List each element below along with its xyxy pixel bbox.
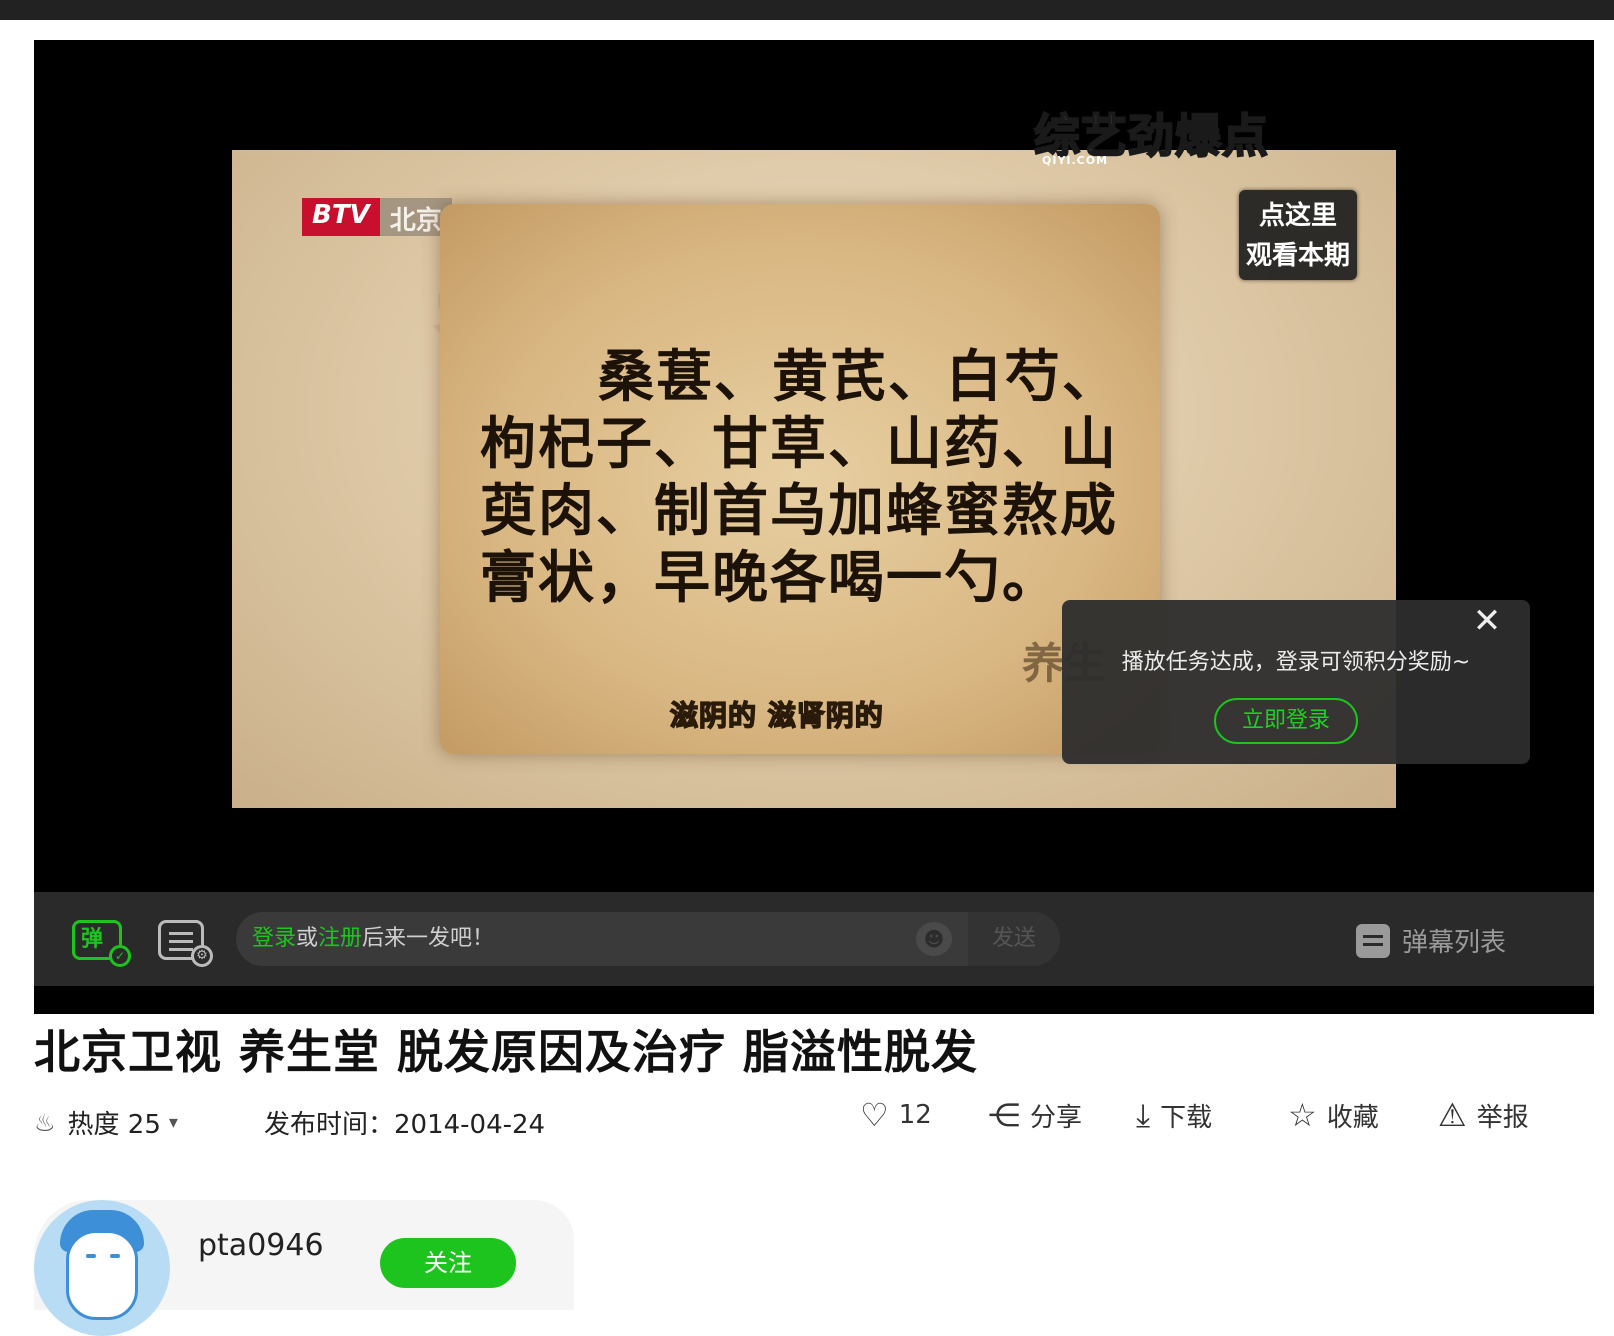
follow-button[interactable]: 关注 — [380, 1238, 516, 1288]
danmu-or-text: 或 — [296, 926, 319, 951]
publish-time: 发布时间：2014-04-24 — [264, 1110, 546, 1140]
share-icon: ⋲ — [988, 1096, 1020, 1134]
heart-icon: ♡ — [860, 1096, 889, 1134]
avatar[interactable] — [34, 1200, 170, 1336]
danmu-toggle-label: 弹 — [81, 927, 104, 952]
login-now-button[interactable]: 立即登录 — [1214, 698, 1358, 744]
danmu-list-icon — [1356, 923, 1390, 958]
report-label: 举报 — [1476, 1102, 1529, 1133]
danmu-input-placeholder: 登录或注册后来一发吧！ — [252, 912, 494, 966]
list-lines-icon — [169, 932, 193, 956]
favorite-label: 收藏 — [1326, 1102, 1379, 1133]
close-icon[interactable]: ✕ — [1472, 604, 1502, 638]
channel-logo-primary: BTV — [302, 198, 380, 236]
check-icon: ✓ — [109, 945, 131, 967]
variety-logo: 综艺劲爆点 QIYI.COM — [1033, 100, 1269, 167]
recipe-text: 桑葚、黄芪、白芍、 枸杞子、甘草、山药、山 萸肉、制首乌加蜂蜜熬成 膏状，早晚各… — [480, 344, 1130, 612]
video-title: 北京卫视 养生堂 脱发原因及治疗 脂溢性脱发 — [34, 1025, 979, 1079]
video-player[interactable]: 养 生 堂 BTV 北京 桑葚、黄芪、白芍、 枸杞子、甘草、山药、山 萸肉、制首… — [34, 40, 1594, 1014]
watch-episode-badge[interactable]: 点这里 观看本期 — [1239, 190, 1357, 280]
like-button[interactable]: ♡ 12 — [860, 1096, 932, 1134]
recipe-line: 萸肉、制首乌加蜂蜜熬成 — [480, 479, 1118, 544]
variety-logo-accent: 劲爆点 — [1127, 108, 1269, 164]
watch-badge-line: 观看本期 — [1245, 241, 1350, 271]
download-label: 下载 — [1160, 1103, 1213, 1133]
flame-icon: ♨ — [34, 1108, 56, 1137]
avatar-eye — [110, 1254, 120, 1258]
danmu-list-label: 弹幕列表 — [1402, 928, 1507, 958]
danmu-login-link[interactable]: 登录 — [252, 926, 296, 951]
channel-logo: BTV 北京 — [302, 198, 452, 236]
warning-icon: ⚠ — [1438, 1096, 1467, 1134]
recipe-line: 桑葚、黄芪、白芍、 — [598, 345, 1120, 410]
video-meta-row: ♨ 热度 25 ▾ 发布时间：2014-04-24 ♡ 12 ⋲ 分享 ⤓ 下载… — [34, 1096, 1594, 1146]
danmu-toggle-button[interactable]: 弹 ✓ — [72, 920, 131, 967]
uploader-card: pta0946 关注 — [34, 1200, 574, 1336]
gear-icon: ⚙ — [191, 945, 213, 967]
recipe-line: 膏状，早晚各喝一勺。 — [480, 546, 1060, 611]
like-count: 12 — [898, 1100, 932, 1130]
uploader-name[interactable]: pta0946 — [198, 1228, 324, 1263]
danmu-input[interactable]: 登录或注册后来一发吧！ ☻ 发送 — [236, 912, 1060, 966]
video-subtitle: 滋阴的 滋肾阴的 — [669, 698, 884, 733]
avatar-face — [66, 1230, 138, 1320]
danmu-list-button[interactable]: 弹幕列表 — [1356, 922, 1506, 959]
emoji-icon[interactable]: ☻ — [916, 922, 952, 956]
download-button[interactable]: ⤓ 下载 — [1136, 1096, 1212, 1135]
recipe-line: 枸杞子、甘草、山药、山 — [480, 412, 1118, 477]
chevron-down-icon: ▾ — [168, 1112, 178, 1133]
star-icon: ☆ — [1288, 1096, 1317, 1134]
report-button[interactable]: ⚠ 举报 — [1438, 1096, 1529, 1134]
heat-indicator[interactable]: ♨ 热度 25 ▾ — [34, 1104, 178, 1141]
download-icon: ⤓ — [1136, 1096, 1151, 1134]
browser-top-bar — [0, 0, 1614, 20]
avatar-eye — [86, 1254, 96, 1258]
popup-message: 播放任务达成，登录可领积分奖励~ — [1121, 650, 1471, 675]
favorite-button[interactable]: ☆ 收藏 — [1288, 1096, 1379, 1134]
share-button[interactable]: ⋲ 分享 — [988, 1096, 1082, 1134]
login-reward-popup: ✕ 播放任务达成，登录可领积分奖励~ 立即登录 — [1062, 600, 1530, 764]
share-label: 分享 — [1030, 1102, 1083, 1133]
danmu-register-link[interactable]: 注册 — [318, 926, 362, 951]
variety-logo-small: QIYI.COM — [1042, 154, 1109, 167]
danmu-send-button[interactable]: 发送 — [968, 912, 1060, 966]
heat-label: 热度 25 — [67, 1110, 161, 1140]
danmu-prompt-text: 后来一发吧！ — [362, 926, 495, 951]
danmu-settings-button[interactable]: ⚙ — [158, 920, 213, 967]
danmu-bar: 弹 ✓ ⚙ 登录或注册后来一发吧！ ☻ 发送 弹幕列表 — [34, 892, 1594, 986]
watch-badge-line: 点这里 — [1258, 201, 1337, 231]
